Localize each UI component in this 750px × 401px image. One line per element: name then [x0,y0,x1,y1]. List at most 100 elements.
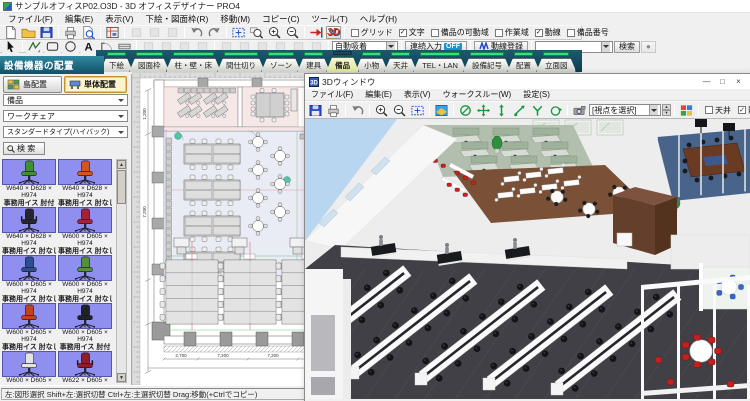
three-d-fit-button[interactable] [409,104,426,117]
redo-button[interactable] [206,26,223,39]
menu-item-4[interactable]: 移動(M) [214,13,256,25]
text-tool-button[interactable]: A [80,40,97,53]
menu-item-6[interactable]: ツール(T) [305,13,353,25]
close-icon[interactable]: × [731,77,746,86]
rectangle-tool-button[interactable] [44,40,61,53]
fit-view-button[interactable] [230,26,247,39]
checkbox-3[interactable]: 作業域 [495,27,529,38]
furniture-item-thumbnail[interactable] [2,255,56,281]
tab-10[interactable]: 設備記号 [463,58,511,72]
polyline-tool-button[interactable] [26,40,43,53]
furniture-item-thumbnail[interactable] [2,207,56,233]
category-select[interactable]: 備品 [3,94,128,106]
tab-12[interactable]: 立面図 [536,58,577,72]
furniture-item-8[interactable]: 事務用イス 肘なしW600 × D605 × H974 [2,342,56,383]
checkbox-1[interactable]: ✓文字 [399,27,425,38]
tab-1[interactable]: 図面枠 [129,58,170,72]
frame-settings-button[interactable] [104,26,121,39]
print-preview-button[interactable] [80,26,97,39]
three-d-print-button[interactable] [325,104,342,117]
subtype-select[interactable]: スタンダードタイプ(ハイバック) [3,126,128,138]
nav-orbit-button[interactable] [547,104,564,117]
scroll-down-icon[interactable]: ▼ [117,373,126,382]
copy-button[interactable] [146,26,163,39]
checkbox-0[interactable]: グリッド [351,27,393,38]
save-button[interactable] [38,26,55,39]
three-d-title-bar[interactable]: 3D 3Dウィンドウ — □ × [305,74,750,89]
tab-4[interactable]: ゾーン [261,58,301,72]
nav-dolly-button[interactable] [511,104,528,117]
checkbox-5[interactable]: 備品番号 [567,27,609,38]
undo-button[interactable] [188,26,205,39]
furniture-item-thumbnail[interactable] [58,303,112,329]
menu-item-5[interactable]: コピー(C) [256,13,305,25]
select-tool-button[interactable] [2,40,19,53]
search-next-button[interactable]: ● [641,41,656,53]
nav-reset-button[interactable] [457,104,474,117]
ceiling-checkbox[interactable]: 天井 [705,105,731,116]
checkbox-2[interactable]: 備品の可動域 [431,27,489,38]
furniture-item-thumbnail[interactable] [58,255,112,281]
circle-tool-button[interactable] [62,40,79,53]
furniture-item-thumbnail[interactable] [58,351,112,377]
three-d-undo-button[interactable] [349,104,366,117]
furniture-item-thumbnail[interactable] [2,159,56,185]
three-d-zoom-in-button[interactable] [373,104,390,117]
menu-item-7[interactable]: ヘルプ(H) [354,13,403,25]
three-d-zoom-out-button[interactable] [391,104,408,117]
render-quality-button[interactable] [433,104,450,117]
three-d-save-button[interactable] [307,104,324,117]
tab-9[interactable]: TEL・LAN [413,58,467,72]
type-select[interactable]: ワークチェア [3,110,128,122]
furniture-item-6[interactable]: 事務用イス 肘なしW600 × D605 × H974 [2,294,56,342]
maximize-icon[interactable]: □ [715,77,730,86]
scrollbar-thumb[interactable] [117,170,126,204]
three-d-menu-item-0[interactable]: ファイル(F) [305,89,359,100]
furniture-item-thumbnail[interactable] [58,159,112,185]
furniture-item-5[interactable]: 事務用イス 肘なしW600 × D605 × H974 [58,246,112,294]
three-d-menu-item-1[interactable]: 編集(E) [359,89,398,100]
tab-3[interactable]: 間仕切り [217,58,265,72]
zoom-region-button[interactable] [248,26,265,39]
search-button[interactable]: 検 索 [3,142,45,155]
furniture-item-2[interactable]: 事務用イス 肘付W640 × D628 × H974 [2,198,56,246]
furniture-list-scrollbar[interactable]: ▲ ▼ [116,159,127,383]
three-d-menu-item-3[interactable]: ウォークスルー(W) [437,89,518,100]
nav-pan-button[interactable] [475,104,492,117]
three-d-viewport[interactable] [305,119,750,399]
toolbar-search-button[interactable]: 検索 [614,41,640,53]
menu-item-1[interactable]: 編集(E) [59,13,99,25]
checkbox-4[interactable]: ✓動線 [535,27,561,38]
furniture-item-3[interactable]: 事務用イス 肘なしW600 × D605 × H974 [58,198,112,246]
open-button[interactable] [20,26,37,39]
menu-item-0[interactable]: ファイル(F) [2,13,59,25]
viewpoint-spinner[interactable]: ▲▼ [662,104,671,116]
island-layout-button[interactable]: 島配置 [3,76,62,93]
furniture-item-thumbnail[interactable] [2,303,56,329]
zoom-out-button[interactable] [284,26,301,39]
tab-2[interactable]: 柱・壁・床 [166,58,222,72]
menu-item-3[interactable]: 下絵・図面枠(R) [140,13,215,25]
furniture-item-thumbnail[interactable] [58,207,112,233]
color-palette-button[interactable] [678,104,695,117]
furniture-item-thumbnail[interactable] [2,351,56,377]
new-button[interactable] [2,26,19,39]
print-button[interactable] [62,26,79,39]
cut-button[interactable] [128,26,145,39]
nav-field-button[interactable] [529,104,546,117]
nav-elevate-button[interactable] [493,104,510,117]
furniture-item-9[interactable]: 事務用イス 肘付W622 × D605 × H974 [58,342,112,383]
minimize-icon[interactable]: — [699,77,714,86]
paste-button[interactable] [164,26,181,39]
three-d-view-button[interactable]: 3D [326,26,341,39]
three-d-menu-item-2[interactable]: 表示(V) [398,89,437,100]
furniture-item-4[interactable]: 事務用イス 肘なしW600 × D605 × H974 [2,246,56,294]
furniture-item-1[interactable]: W640 × D628 × H974 [58,159,112,198]
furniture-item-7[interactable]: 事務用イス 肘なしW600 × D605 × H974 [58,294,112,342]
scroll-up-icon[interactable]: ▲ [117,160,126,169]
viewpoint-select[interactable]: [視点を選択] [589,104,661,116]
menu-item-2[interactable]: 表示(V) [99,13,139,25]
zoom-in-button[interactable] [266,26,283,39]
furniture-item-0[interactable]: W640 × D628 × H974 [2,159,56,198]
three-d-menu-item-4[interactable]: 設定(S) [517,89,556,100]
